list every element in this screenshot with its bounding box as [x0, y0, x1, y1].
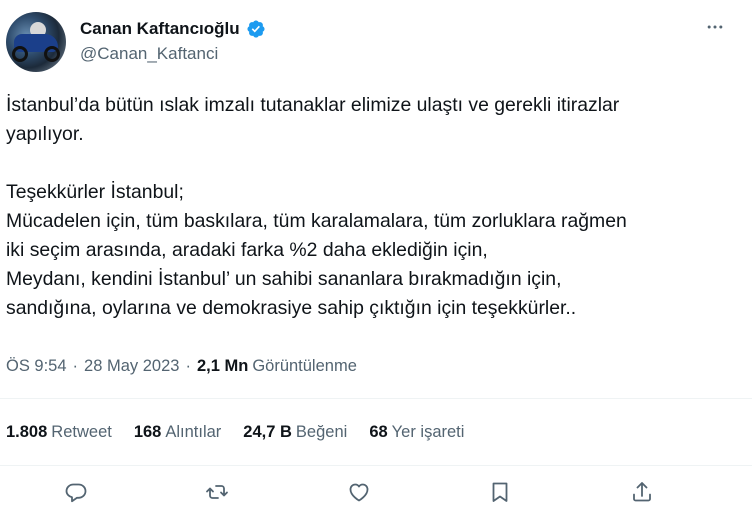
more-horizontal-icon: [705, 17, 725, 42]
stat-bookmarks[interactable]: 68 Yer işareti: [369, 423, 464, 442]
stat-retweets-label: Retweet: [51, 422, 112, 441]
bookmark-button[interactable]: [485, 479, 515, 509]
tweet-text: İstanbul’da bütün ıslak imzalı tutanakla…: [6, 94, 627, 319]
views-label: Görüntülenme: [252, 356, 357, 375]
share-icon: [630, 480, 654, 509]
stat-likes[interactable]: 24,7 B Beğeni: [243, 423, 347, 442]
stat-retweets-count: 1.808: [6, 422, 48, 441]
more-options-button[interactable]: [698, 12, 732, 46]
stat-quotes-count: 168: [133, 422, 162, 441]
stat-quotes-label: Alıntılar: [165, 422, 222, 441]
tweet-actions: [0, 475, 752, 511]
author-display-name[interactable]: Canan Kaftancıoğlu: [80, 19, 240, 39]
tweet-time[interactable]: ÖS 9:54 · 28 May 2023: [6, 357, 179, 376]
tweet-card: Canan Kaftancıoğlu @Canan_Kaftanci İstan…: [0, 0, 752, 511]
divider: [0, 465, 752, 466]
avatar-wheel-front: [12, 46, 28, 62]
tweet-meta: ÖS 9:54 · 28 May 2023 · 2,1 Mn Görüntülenm…: [6, 354, 357, 378]
stat-bookmarks-label: Yer işareti: [391, 422, 465, 441]
tweet-stats: 1.808 Retweet 168 Alıntılar 24,7 B Beğen…: [6, 420, 486, 444]
stat-likes-count: 24,7 B: [243, 422, 292, 441]
tweet-header: Canan Kaftancıoğlu @Canan_Kaftanci: [6, 12, 746, 72]
author-info: Canan Kaftancıoğlu @Canan_Kaftanci: [80, 17, 266, 64]
retweet-icon: [205, 480, 229, 509]
reply-icon: [64, 480, 88, 509]
author-handle[interactable]: @Canan_Kaftanci: [80, 44, 266, 64]
separator: ·: [72, 356, 79, 375]
views-count: 2,1 Mn: [196, 356, 249, 375]
like-button[interactable]: [344, 479, 374, 509]
retweet-button[interactable]: [202, 479, 232, 509]
tweet-time-value: ÖS 9:54: [6, 356, 67, 375]
avatar[interactable]: [6, 12, 66, 72]
bookmark-icon: [488, 480, 512, 509]
avatar-wheel-back: [44, 46, 60, 62]
stat-quotes[interactable]: 168 Alıntılar: [134, 423, 221, 442]
stat-likes-label: Beğeni: [295, 422, 348, 441]
stat-retweets[interactable]: 1.808 Retweet: [6, 423, 112, 442]
tweet-date: 28 May 2023: [84, 356, 180, 375]
reply-button[interactable]: [61, 479, 91, 509]
separator: ·: [185, 356, 191, 375]
verified-badge-icon: [246, 19, 266, 39]
stat-bookmarks-count: 68: [369, 422, 388, 441]
share-button[interactable]: [627, 479, 657, 509]
divider: [0, 398, 752, 399]
name-row: Canan Kaftancıoğlu: [80, 17, 266, 41]
heart-icon: [347, 480, 371, 509]
